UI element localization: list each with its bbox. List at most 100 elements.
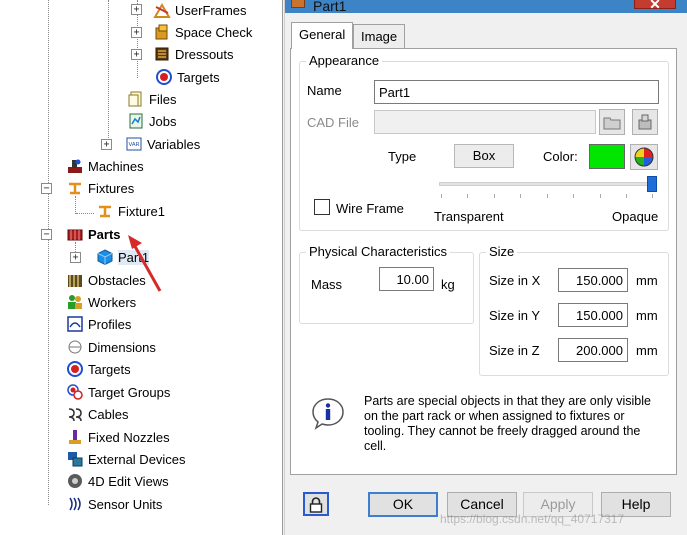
tree-item-label: Machines xyxy=(88,158,144,174)
files-icon xyxy=(127,90,145,108)
userframes-icon xyxy=(153,1,171,19)
type-label: Type xyxy=(388,149,417,164)
tree-item-targets-nested[interactable]: Targets xyxy=(155,67,220,87)
tree-item-workers[interactable]: Workers xyxy=(66,292,136,312)
color-picker-button[interactable] xyxy=(630,144,658,170)
tree-item-external-devices[interactable]: External Devices xyxy=(66,449,186,469)
browse-folder-button[interactable] xyxy=(599,109,625,135)
size-y-input[interactable] xyxy=(558,303,628,327)
opacity-slider-track[interactable] xyxy=(439,182,653,186)
tree-item-parts[interactable]: Parts xyxy=(66,224,121,244)
tree-item-userframes[interactable]: UserFrames xyxy=(153,0,247,20)
tree-item-label: Workers xyxy=(88,294,137,310)
external-devices-icon xyxy=(66,450,84,468)
tree-item-4d-edit-views[interactable]: 4D Edit Views xyxy=(66,471,169,491)
tree-line xyxy=(48,0,49,505)
expand-toggle[interactable]: + xyxy=(131,4,142,15)
tree-item-dressouts[interactable]: Dressouts xyxy=(153,44,234,64)
tree-item-label: External Devices xyxy=(88,451,186,467)
tree-item-profiles[interactable]: Profiles xyxy=(66,314,131,334)
space-check-icon xyxy=(153,23,171,41)
slider-tick xyxy=(520,194,521,198)
expand-toggle[interactable]: + xyxy=(70,252,81,263)
dialog-titlebar[interactable]: Part1 ✕ xyxy=(285,0,687,14)
tree-item-machines[interactable]: Machines xyxy=(66,156,144,176)
cad-tools-button[interactable] xyxy=(632,109,658,135)
color-swatch[interactable] xyxy=(589,144,625,169)
size-z-input[interactable] xyxy=(558,338,628,362)
tree-item-label: Fixed Nozzles xyxy=(88,429,170,445)
parts-icon xyxy=(66,225,84,243)
target-groups-icon xyxy=(66,383,84,401)
collapse-toggle[interactable]: − xyxy=(41,229,52,240)
tree-item-fixture1[interactable]: Fixture1 xyxy=(96,201,165,221)
tree-item-label: Cables xyxy=(88,406,129,422)
tree-line xyxy=(76,213,94,214)
tree-item-label: Files xyxy=(149,91,177,107)
collapse-toggle[interactable]: − xyxy=(41,183,52,194)
expand-toggle[interactable]: + xyxy=(101,139,112,150)
tree-item-sensor-units[interactable]: Sensor Units xyxy=(66,494,162,514)
size-z-label: Size in Z xyxy=(489,343,540,358)
scene-tree[interactable]: + UserFrames + Space Check + Dressouts T… xyxy=(0,0,283,535)
cad-file-input[interactable] xyxy=(374,110,596,134)
annotation-arrow xyxy=(128,235,162,292)
tree-item-jobs[interactable]: Jobs xyxy=(127,111,176,131)
cad-tools-icon xyxy=(638,114,652,130)
slider-tick xyxy=(441,194,442,198)
group-label: Appearance xyxy=(306,53,383,68)
tree-item-dimensions[interactable]: Dimensions xyxy=(66,337,156,357)
tree-item-label: Variables xyxy=(147,136,201,152)
type-value: Box xyxy=(454,144,514,168)
tree-item-files[interactable]: Files xyxy=(127,89,176,109)
info-icon xyxy=(312,398,344,430)
size-x-input[interactable] xyxy=(558,268,628,292)
tree-item-fixed-nozzles[interactable]: Fixed Nozzles xyxy=(66,427,170,447)
slider-tick xyxy=(652,194,653,198)
part-title-icon xyxy=(291,0,305,8)
tree-item-targets[interactable]: Targets xyxy=(66,359,131,379)
group-label: Size xyxy=(486,244,518,259)
close-button[interactable]: ✕ xyxy=(634,0,676,12)
tree-line xyxy=(75,196,76,214)
tab-general[interactable]: General xyxy=(291,22,354,49)
tree-item-label: Targets xyxy=(88,361,131,377)
close-icon: ✕ xyxy=(649,0,661,12)
dressouts-icon xyxy=(153,45,171,63)
part-properties-dialog: Part1 ✕ General Image Appearance Name CA… xyxy=(284,0,687,535)
tree-item-label: 4D Edit Views xyxy=(88,473,169,489)
name-input[interactable] xyxy=(374,80,659,104)
expand-toggle[interactable]: + xyxy=(131,27,142,38)
lock-button[interactable] xyxy=(303,492,329,516)
profiles-icon xyxy=(66,315,84,333)
tab-label: General xyxy=(299,27,346,42)
wire-frame-checkbox[interactable] xyxy=(314,199,330,215)
group-label: Physical Characteristics xyxy=(306,244,450,259)
edit-views-icon xyxy=(66,472,84,490)
mass-unit: kg xyxy=(441,277,455,292)
tree-item-cables[interactable]: Cables xyxy=(66,404,128,424)
expand-toggle[interactable]: + xyxy=(131,49,142,60)
ok-button[interactable]: OK xyxy=(368,492,438,517)
tree-item-label: Jobs xyxy=(149,113,177,129)
tab-image[interactable]: Image xyxy=(353,24,406,48)
tree-item-fixtures[interactable]: Fixtures xyxy=(66,178,134,198)
mass-input[interactable] xyxy=(379,267,434,291)
opacity-slider-thumb[interactable] xyxy=(647,176,657,192)
wire-frame-label: Wire Frame xyxy=(336,201,404,216)
size-y-unit: mm xyxy=(636,308,658,323)
tree-item-space-check[interactable]: Space Check xyxy=(153,22,252,42)
slider-tick xyxy=(573,194,574,198)
mass-label: Mass xyxy=(311,277,343,292)
slider-tick xyxy=(547,194,548,198)
dimensions-icon xyxy=(66,338,84,356)
fixture-icon xyxy=(96,202,114,220)
slider-tick xyxy=(467,194,468,198)
color-label: Color: xyxy=(543,149,578,164)
slider-tick xyxy=(494,194,495,198)
tree-item-label: UserFrames xyxy=(175,2,247,18)
info-message: Parts are special objects in that they a… xyxy=(364,394,651,453)
variables-icon: VAR xyxy=(125,135,143,153)
tree-item-variables[interactable]: VAR Variables xyxy=(125,134,200,154)
tree-item-target-groups[interactable]: Target Groups xyxy=(66,382,170,402)
